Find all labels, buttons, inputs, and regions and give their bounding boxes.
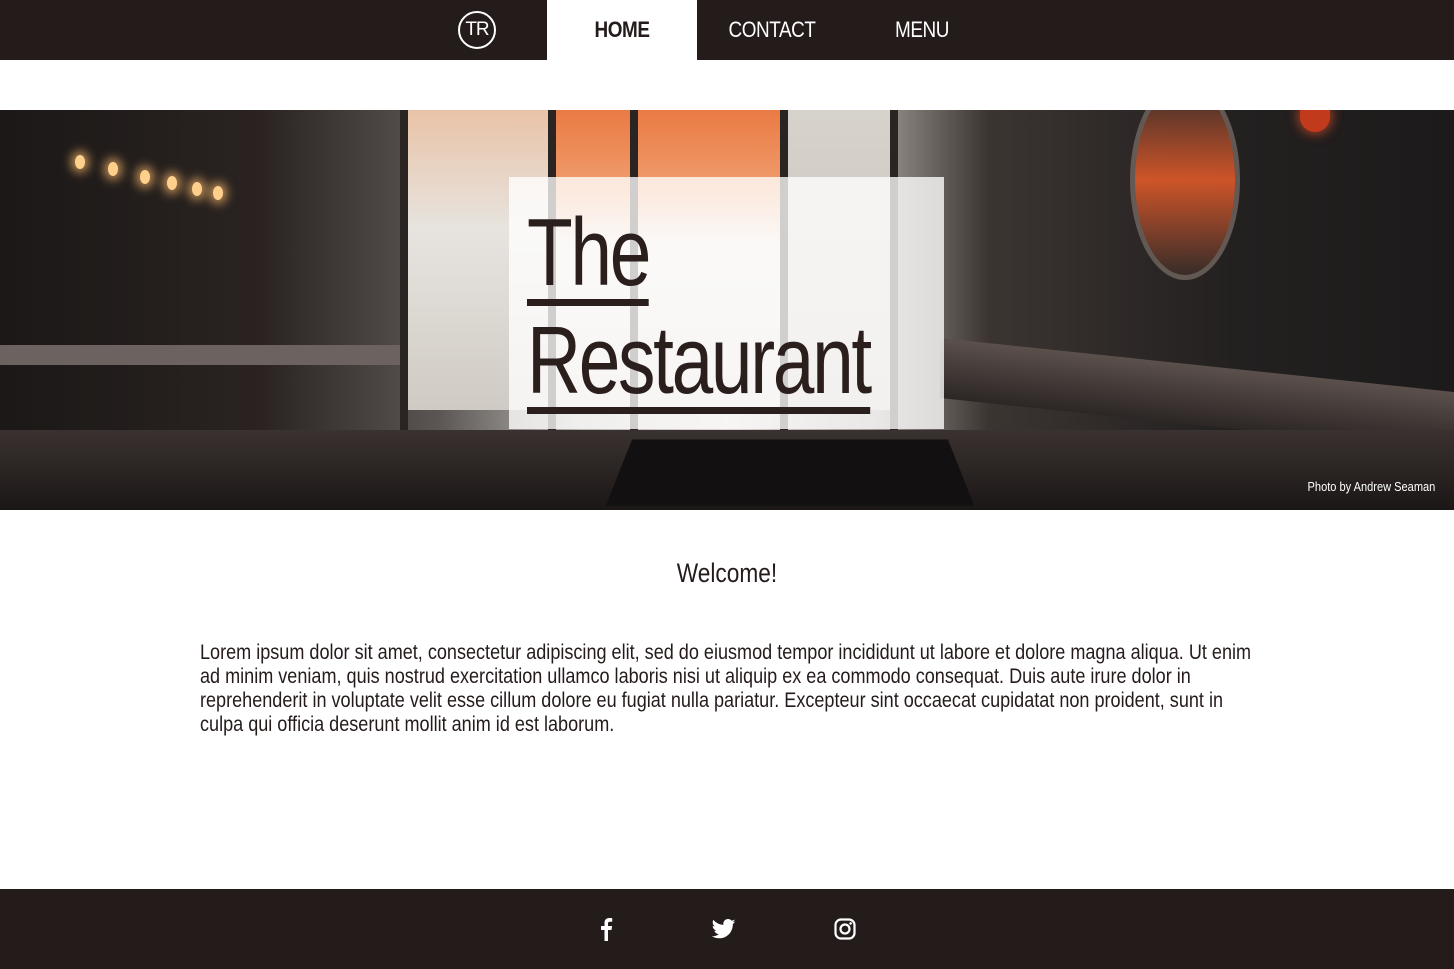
nav-item-home[interactable]: HOME xyxy=(547,0,697,60)
hero-mirror xyxy=(1130,110,1240,280)
hero-bulb xyxy=(75,155,85,169)
logo-text: TR xyxy=(465,19,489,40)
hero-bulb xyxy=(140,170,150,184)
welcome-heading: Welcome! xyxy=(676,558,778,588)
facebook-icon[interactable] xyxy=(591,914,621,944)
hero-counter xyxy=(0,345,400,365)
hero-bulb xyxy=(192,182,202,196)
hero-title: The Restaurant xyxy=(527,199,872,415)
hero-lamp xyxy=(1300,110,1330,132)
hero-mullion xyxy=(400,110,408,440)
hero-table xyxy=(605,439,975,506)
intro-paragraph: Lorem ipsum dolor sit amet, consectetur … xyxy=(200,640,1252,736)
nav-item-home-label: HOME xyxy=(594,17,650,42)
twitter-icon[interactable] xyxy=(709,914,739,944)
top-nav: TR HOME CONTACT MENU xyxy=(0,0,1454,60)
hero-image: The Restaurant Photo by Andrew Seaman xyxy=(0,110,1454,510)
nav-item-contact-label: CONTACT xyxy=(728,17,816,42)
hero-title-line1: The xyxy=(527,199,651,306)
logo[interactable]: TR xyxy=(458,11,496,49)
instagram-icon[interactable] xyxy=(830,914,860,944)
hero-bulb xyxy=(213,186,223,200)
nav-item-menu-label: MENU xyxy=(895,17,949,42)
hero-bulb xyxy=(167,176,177,190)
hero-title-line2: Restaurant xyxy=(527,307,872,414)
photo-credit: Photo by Andrew Seaman xyxy=(1307,479,1435,494)
nav-item-menu[interactable]: MENU xyxy=(858,0,987,60)
nav-item-contact[interactable]: CONTACT xyxy=(708,0,837,60)
hero-bulb xyxy=(108,162,118,176)
hero-title-box: The Restaurant xyxy=(509,177,944,429)
